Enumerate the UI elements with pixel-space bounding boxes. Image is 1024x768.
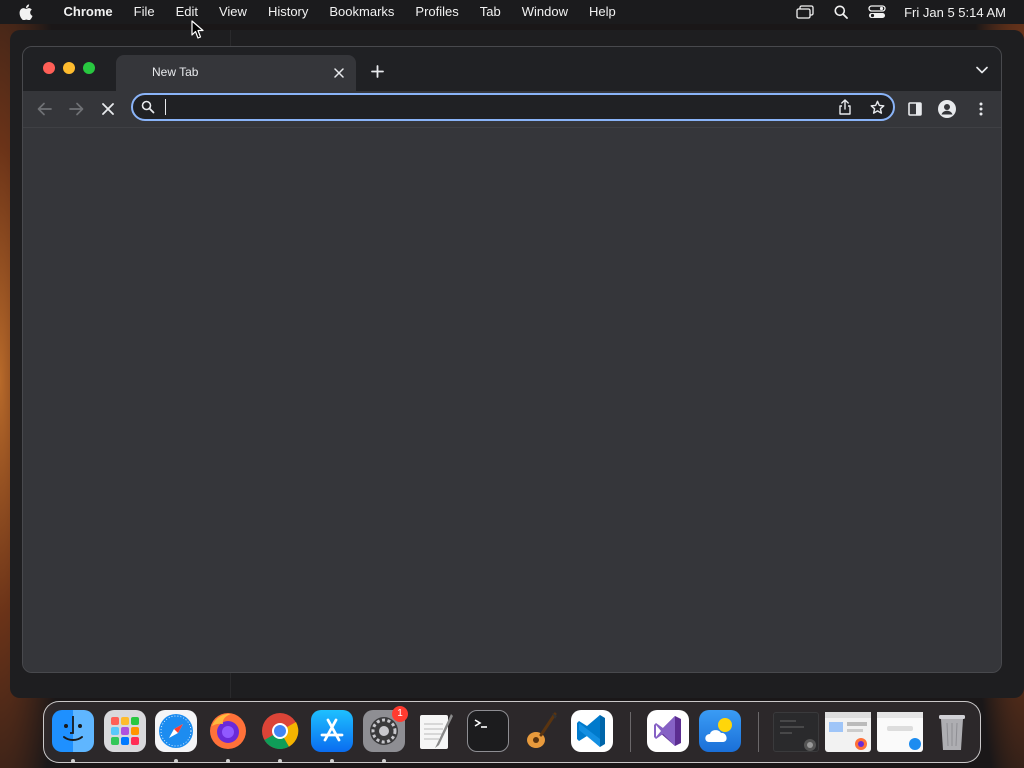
terminal-icon[interactable] (467, 710, 509, 752)
control-center-icon[interactable] (868, 4, 886, 20)
address-bar[interactable] (131, 93, 895, 121)
tab-title: New Tab (152, 65, 199, 79)
menu-app-name[interactable]: Chrome (53, 0, 123, 24)
menu-bar: Chrome File Edit View History Bookmarks … (0, 0, 1024, 24)
dock: 1 (43, 701, 981, 763)
menu-file[interactable]: File (123, 0, 165, 24)
menu-window[interactable]: Window (511, 0, 578, 24)
screen-mirroring-icon[interactable] (796, 4, 814, 20)
close-tab-icon[interactable] (330, 64, 348, 82)
minimized-window-browser-1[interactable] (825, 712, 871, 752)
menu-bookmarks[interactable]: Bookmarks (319, 0, 405, 24)
omnibox-search-icon (141, 100, 155, 114)
page-content-area (23, 127, 1001, 672)
minimized-window-browser-2[interactable] (877, 712, 923, 752)
textedit-icon[interactable] (415, 710, 457, 752)
side-panel-icon[interactable] (905, 99, 925, 119)
tab-new-tab[interactable]: New Tab (116, 55, 356, 91)
text-caret (165, 99, 166, 115)
visual-studio-code-icon[interactable] (571, 710, 613, 752)
chrome-running-dot (278, 759, 282, 763)
finder-icon[interactable] (52, 710, 94, 752)
minimized-window-terminal[interactable] (773, 712, 819, 752)
profile-icon[interactable] (937, 99, 957, 119)
tab-search-chevron-icon[interactable] (975, 63, 989, 77)
visual-studio-icon[interactable] (647, 710, 689, 752)
bookmark-star-icon[interactable] (869, 99, 885, 115)
trash-icon[interactable] (931, 710, 973, 752)
tab-strip: New Tab (23, 47, 1001, 91)
back-arrow-icon[interactable] (33, 98, 55, 120)
share-icon[interactable] (837, 99, 853, 115)
launchpad-icon[interactable] (104, 710, 146, 752)
menu-tab[interactable]: Tab (469, 0, 511, 24)
apple-menu-icon[interactable] (19, 0, 35, 24)
weather-icon[interactable] (699, 710, 741, 752)
minimize-window-button[interactable] (63, 62, 75, 74)
safari-running-dot (174, 759, 178, 763)
more-menu-icon[interactable] (971, 99, 991, 119)
spotlight-search-icon[interactable] (832, 4, 850, 20)
system-settings-running-dot (382, 759, 386, 763)
menu-help[interactable]: Help (579, 0, 627, 24)
system-settings-badge: 1 (392, 706, 408, 722)
close-window-button[interactable] (43, 62, 55, 74)
safari-icon[interactable] (155, 710, 197, 752)
menu-history[interactable]: History (257, 0, 318, 24)
firefox-icon[interactable] (207, 710, 249, 752)
google-chrome-icon[interactable] (259, 710, 301, 752)
new-tab-plus-icon[interactable] (368, 62, 386, 80)
finder-running-dot (71, 759, 75, 763)
app-store-icon[interactable] (311, 710, 353, 752)
menu-profiles[interactable]: Profiles (405, 0, 469, 24)
app-store-running-dot (330, 759, 334, 763)
stop-loading-icon[interactable] (97, 98, 119, 120)
dock-divider-2 (758, 712, 759, 752)
chrome-window: New Tab (22, 46, 1002, 673)
garageband-icon[interactable] (519, 710, 561, 752)
menubar-clock[interactable]: Fri Jan 5 5:14 AM (904, 5, 1006, 20)
address-input[interactable] (163, 97, 803, 117)
dock-divider (630, 712, 631, 752)
mouse-cursor-icon (191, 20, 205, 40)
forward-arrow-icon[interactable] (65, 98, 87, 120)
zoom-window-button[interactable] (83, 62, 95, 74)
browser-toolbar (23, 91, 1001, 127)
firefox-running-dot (226, 759, 230, 763)
menu-view[interactable]: View (208, 0, 257, 24)
